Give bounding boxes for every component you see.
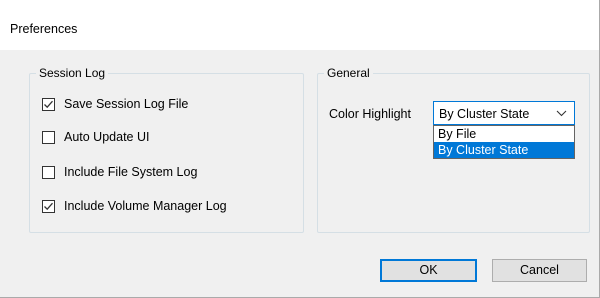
- general-group: General Color Highlight By Cluster State…: [317, 66, 590, 233]
- save-session-log-label: Save Session Log File: [64, 97, 189, 111]
- include-volume-manager-log-option[interactable]: Include Volume Manager Log: [42, 198, 227, 214]
- color-highlight-value: By Cluster State: [439, 107, 530, 121]
- auto-update-ui-label: Auto Update UI: [64, 130, 150, 144]
- save-session-log-checkbox[interactable]: [42, 97, 55, 111]
- preferences-dialog: Preferences Session Log Save Session Log…: [0, 0, 600, 298]
- check-icon: [44, 202, 53, 210]
- include-file-system-log-option[interactable]: Include File System Log: [42, 164, 197, 180]
- cancel-button[interactable]: Cancel: [492, 259, 587, 282]
- session-log-group: Session Log Save Session Log File Auto U…: [29, 66, 304, 233]
- option-by-file[interactable]: By File: [434, 126, 574, 142]
- color-highlight-label: Color Highlight: [329, 107, 411, 121]
- dialog-title: Preferences: [10, 22, 78, 36]
- save-session-log-option[interactable]: Save Session Log File: [42, 96, 188, 112]
- check-icon: [44, 100, 53, 108]
- include-volume-manager-log-checkbox[interactable]: [42, 199, 55, 213]
- include-file-system-log-checkbox[interactable]: [42, 165, 55, 179]
- title-bar: Preferences: [0, 0, 599, 50]
- color-highlight-options-list: By File By Cluster State: [433, 125, 575, 159]
- chevron-down-icon[interactable]: [556, 110, 567, 117]
- include-file-system-log-label: Include File System Log: [64, 165, 198, 179]
- session-log-group-title: Session Log: [36, 66, 109, 80]
- color-highlight-dropdown[interactable]: By Cluster State: [433, 101, 575, 125]
- ok-button[interactable]: OK: [380, 259, 477, 282]
- option-by-cluster-state[interactable]: By Cluster State: [434, 142, 574, 158]
- general-group-title: General: [324, 66, 373, 80]
- auto-update-ui-checkbox[interactable]: [42, 130, 55, 144]
- auto-update-ui-option[interactable]: Auto Update UI: [42, 129, 149, 145]
- include-volume-manager-log-label: Include Volume Manager Log: [64, 199, 227, 213]
